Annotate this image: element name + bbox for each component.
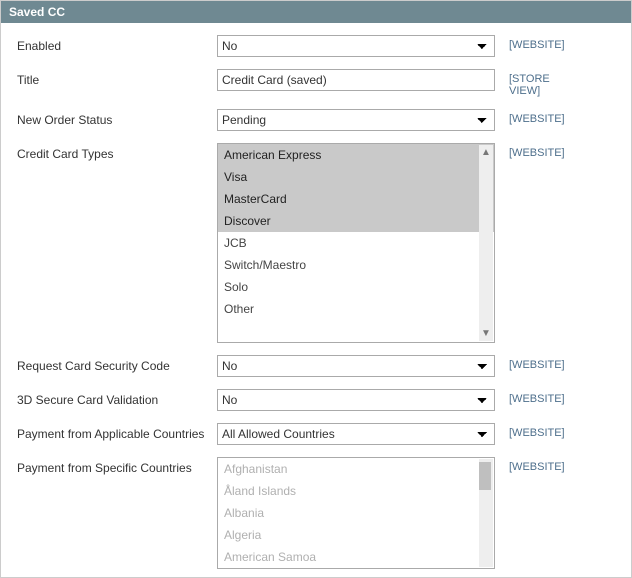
label-request-csc: Request Card Security Code: [17, 355, 217, 373]
scope-request-csc: [WEBSITE]: [495, 355, 583, 371]
chevron-down-icon: ▼: [481, 326, 491, 341]
panel-body: Enabled No [WEBSITE] Title [STORE VIEW] …: [1, 23, 631, 577]
country-option[interactable]: Algeria: [218, 524, 494, 546]
row-request-csc: Request Card Security Code No [WEBSITE]: [17, 355, 615, 377]
row-enabled: Enabled No [WEBSITE]: [17, 35, 615, 57]
panel-title: Saved CC: [9, 5, 65, 19]
label-title: Title: [17, 69, 217, 87]
multiselect-cc-types[interactable]: American ExpressVisaMasterCardDiscoverJC…: [217, 143, 495, 343]
multiselect-specific-countries[interactable]: AfghanistanÅland IslandsAlbaniaAlgeriaAm…: [217, 457, 495, 569]
cc-type-option[interactable]: Visa: [218, 166, 494, 188]
select-enabled[interactable]: No: [217, 35, 495, 57]
label-new-order-status: New Order Status: [17, 109, 217, 127]
select-applicable-countries[interactable]: All Allowed Countries: [217, 423, 495, 445]
select-new-order-status[interactable]: Pending: [217, 109, 495, 131]
scope-cc-types: [WEBSITE]: [495, 143, 583, 159]
cc-type-option[interactable]: Other: [218, 298, 494, 320]
chevron-up-icon: ▲: [481, 145, 491, 160]
row-cc-types: Credit Card Types American ExpressVisaMa…: [17, 143, 615, 343]
scope-title: [STORE VIEW]: [495, 69, 583, 97]
panel-header: Saved CC: [1, 1, 631, 23]
country-option[interactable]: American Samoa: [218, 546, 494, 568]
country-option[interactable]: Åland Islands: [218, 480, 494, 502]
scope-enabled: [WEBSITE]: [495, 35, 583, 51]
scope-new-order-status: [WEBSITE]: [495, 109, 583, 125]
label-applicable-countries: Payment from Applicable Countries: [17, 423, 217, 441]
country-option[interactable]: Albania: [218, 502, 494, 524]
cc-type-option[interactable]: MasterCard: [218, 188, 494, 210]
label-specific-countries: Payment from Specific Countries: [17, 457, 217, 475]
select-secure3d[interactable]: No: [217, 389, 495, 411]
cc-type-option[interactable]: JCB: [218, 232, 494, 254]
cc-type-option[interactable]: Discover: [218, 210, 494, 232]
saved-cc-panel: Saved CC Enabled No [WEBSITE] Title [STO…: [0, 0, 632, 578]
label-enabled: Enabled: [17, 35, 217, 53]
row-applicable-countries: Payment from Applicable Countries All Al…: [17, 423, 615, 445]
scroll-thumb[interactable]: [479, 462, 491, 490]
row-new-order-status: New Order Status Pending [WEBSITE]: [17, 109, 615, 131]
country-option[interactable]: Afghanistan: [218, 458, 494, 480]
row-secure3d: 3D Secure Card Validation No [WEBSITE]: [17, 389, 615, 411]
cc-type-option[interactable]: American Express: [218, 144, 494, 166]
scrollbar-specific-countries[interactable]: [479, 459, 493, 567]
input-title[interactable]: [217, 69, 495, 91]
scope-secure3d: [WEBSITE]: [495, 389, 583, 405]
cc-type-option[interactable]: Switch/Maestro: [218, 254, 494, 276]
scope-specific-countries: [WEBSITE]: [495, 457, 583, 473]
scrollbar-cc-types[interactable]: ▲ ▼: [479, 145, 493, 341]
scope-applicable-countries: [WEBSITE]: [495, 423, 583, 439]
row-title: Title [STORE VIEW]: [17, 69, 615, 97]
label-cc-types: Credit Card Types: [17, 143, 217, 161]
cc-type-option[interactable]: Solo: [218, 276, 494, 298]
label-secure3d: 3D Secure Card Validation: [17, 389, 217, 407]
row-specific-countries: Payment from Specific Countries Afghanis…: [17, 457, 615, 569]
select-request-csc[interactable]: No: [217, 355, 495, 377]
